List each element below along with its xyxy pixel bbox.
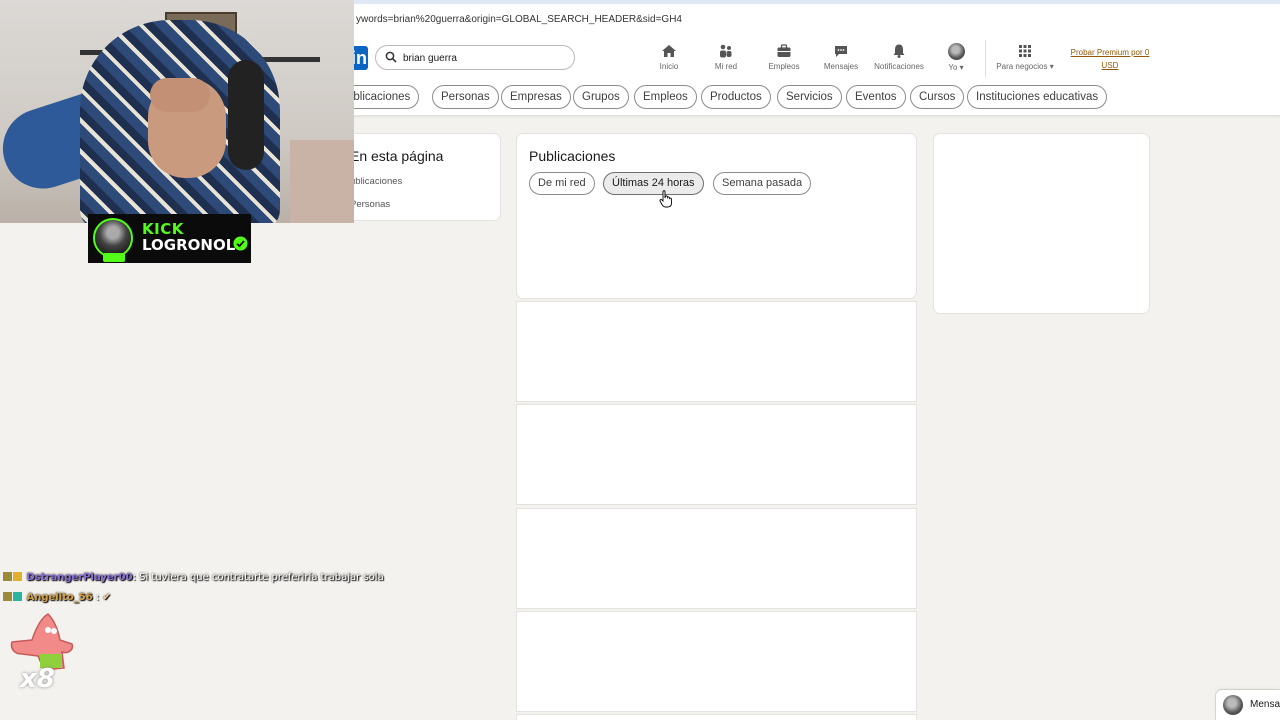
message-icon bbox=[835, 46, 847, 57]
verified-check-icon bbox=[233, 236, 248, 251]
network-icon bbox=[720, 44, 732, 58]
post-placeholder bbox=[517, 405, 916, 504]
briefcase-icon bbox=[777, 44, 791, 57]
filter-events[interactable]: Eventos bbox=[846, 85, 906, 109]
filter-services[interactable]: Servicios bbox=[777, 85, 842, 109]
nav-messaging[interactable]: Mensajes bbox=[822, 43, 860, 71]
emote-multiplier: x8 bbox=[20, 664, 55, 694]
post-placeholder bbox=[517, 715, 916, 720]
streamer-webcam bbox=[0, 0, 354, 223]
nav-me[interactable]: Yo ▾ bbox=[944, 43, 968, 72]
badge-icon bbox=[3, 572, 12, 581]
badge-icon bbox=[3, 592, 12, 601]
nav-network[interactable]: Mi red bbox=[711, 43, 741, 71]
search-icon bbox=[385, 51, 397, 63]
right-sidebar-card bbox=[934, 134, 1149, 313]
filter-people[interactable]: Personas bbox=[432, 85, 499, 109]
posts-section-title: Publicaciones bbox=[529, 148, 616, 164]
post-placeholder bbox=[517, 509, 916, 608]
kick-channel-overlay: KICK LOGRONOL bbox=[88, 214, 251, 263]
bell-icon bbox=[893, 44, 905, 58]
hand-cursor-icon bbox=[659, 190, 672, 208]
chat-message: DstrangerPlayer00: Si tuviera que contra… bbox=[3, 572, 384, 583]
post-placeholder bbox=[517, 612, 916, 711]
on-this-page-card: En esta página ublicaciones Personas bbox=[340, 134, 500, 220]
url-text[interactable]: ywords=brian%20guerra&origin=GLOBAL_SEAR… bbox=[356, 14, 682, 25]
messaging-overlay-tab[interactable]: Mensa bbox=[1216, 690, 1280, 720]
grid-apps-icon bbox=[1019, 45, 1031, 57]
nav-jobs[interactable]: Empleos bbox=[766, 43, 802, 71]
on-this-page-link-posts[interactable]: ublicaciones bbox=[350, 176, 402, 187]
filter-companies[interactable]: Empresas bbox=[501, 85, 571, 109]
post-placeholder bbox=[517, 302, 916, 401]
filter-schools[interactable]: Instituciones educativas bbox=[967, 85, 1108, 109]
caret-down-icon: ▾ bbox=[959, 63, 964, 72]
patrick-emote-icon bbox=[10, 613, 74, 671]
on-this-page-title: En esta página bbox=[350, 148, 444, 164]
filter-groups[interactable]: Grupos bbox=[573, 85, 629, 109]
posts-results-card: Publicaciones De mi red Últimas 24 horas… bbox=[517, 134, 916, 298]
thumbs-up-emote-icon: ✔ bbox=[102, 592, 111, 603]
messaging-label: Mensa bbox=[1250, 699, 1280, 710]
chip-past-week[interactable]: Semana pasada bbox=[713, 172, 812, 195]
premium-trial-link[interactable]: Probar Premium por 0 USD bbox=[1064, 46, 1156, 72]
home-icon bbox=[662, 45, 676, 57]
avatar bbox=[947, 43, 965, 60]
channel-name: LOGRONOL bbox=[142, 236, 236, 254]
badge-icon bbox=[13, 572, 22, 581]
filter-courses[interactable]: Cursos bbox=[910, 85, 965, 109]
badge-icon bbox=[13, 592, 22, 601]
search-input[interactable] bbox=[403, 50, 563, 66]
filter-jobs[interactable]: Empleos bbox=[634, 85, 697, 109]
avatar bbox=[93, 218, 133, 258]
filter-products[interactable]: Productos bbox=[701, 85, 771, 109]
nav-home[interactable]: Inicio bbox=[655, 43, 683, 71]
header-divider bbox=[985, 40, 986, 78]
chip-last-24-hours[interactable]: Últimas 24 horas bbox=[603, 172, 704, 195]
caret-down-icon: ▾ bbox=[1049, 62, 1054, 71]
nav-business[interactable]: Para negocios ▾ bbox=[992, 43, 1058, 71]
on-this-page-link-people[interactable]: Personas bbox=[350, 199, 390, 210]
avatar bbox=[1223, 695, 1243, 715]
nav-notifications[interactable]: Notificaciones bbox=[871, 43, 927, 71]
linkedin-logo[interactable]: in bbox=[354, 46, 368, 70]
chat-message: Angelito_56 : ✔ bbox=[3, 592, 111, 603]
search-box[interactable] bbox=[375, 45, 575, 70]
chip-my-network[interactable]: De mi red bbox=[529, 172, 595, 195]
